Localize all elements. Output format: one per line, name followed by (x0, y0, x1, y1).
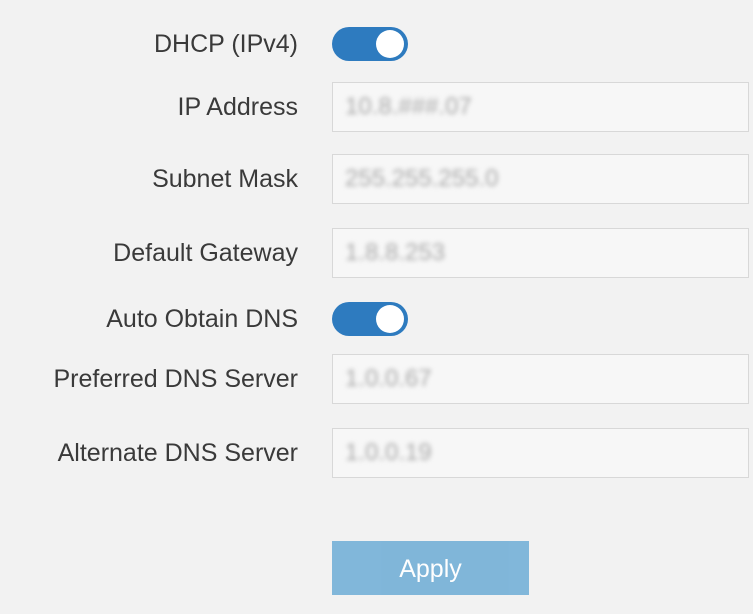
auto-obtain-dns-label: Auto Obtain DNS (106, 305, 298, 333)
subnet-mask-field[interactable]: 255.255.255.0 (332, 154, 749, 204)
dhcp-toggle[interactable] (332, 27, 408, 61)
dhcp-label: DHCP (IPv4) (153, 30, 298, 58)
preferred-dns-row: Preferred DNS Server 1.0.0.67 (0, 353, 753, 405)
ip-address-value: 10.8.###.07 (345, 93, 472, 120)
auto-obtain-dns-toggle[interactable] (332, 302, 408, 336)
default-gateway-label: Default Gateway (113, 239, 298, 267)
auto-obtain-dns-row: Auto Obtain DNS (0, 293, 753, 345)
ip-address-row: IP Address 10.8.###.07 (0, 81, 753, 133)
subnet-mask-row: Subnet Mask 255.255.255.0 (0, 153, 753, 205)
preferred-dns-value: 1.0.0.67 (345, 365, 432, 392)
ip-address-field[interactable]: 10.8.###.07 (332, 82, 749, 132)
apply-button[interactable]: Apply (332, 541, 529, 595)
network-settings-panel: DHCP (IPv4) IP Address 10.8.###.07 Subne… (0, 0, 753, 614)
preferred-dns-field[interactable]: 1.0.0.67 (332, 354, 749, 404)
alternate-dns-value: 1.0.0.19 (345, 439, 432, 466)
auto-obtain-dns-toggle-knob (376, 305, 404, 333)
default-gateway-value: 1.8.8.253 (345, 239, 446, 266)
dhcp-toggle-knob (376, 30, 404, 58)
alternate-dns-row: Alternate DNS Server 1.0.0.19 (0, 427, 753, 479)
dhcp-row: DHCP (IPv4) (0, 18, 753, 70)
alternate-dns-field[interactable]: 1.0.0.19 (332, 428, 749, 478)
subnet-mask-label: Subnet Mask (152, 165, 298, 193)
preferred-dns-label: Preferred DNS Server (53, 365, 298, 393)
subnet-mask-value: 255.255.255.0 (345, 165, 499, 192)
alternate-dns-label: Alternate DNS Server (57, 439, 298, 467)
default-gateway-row: Default Gateway 1.8.8.253 (0, 227, 753, 279)
ip-address-label: IP Address (177, 93, 298, 121)
default-gateway-field[interactable]: 1.8.8.253 (332, 228, 749, 278)
